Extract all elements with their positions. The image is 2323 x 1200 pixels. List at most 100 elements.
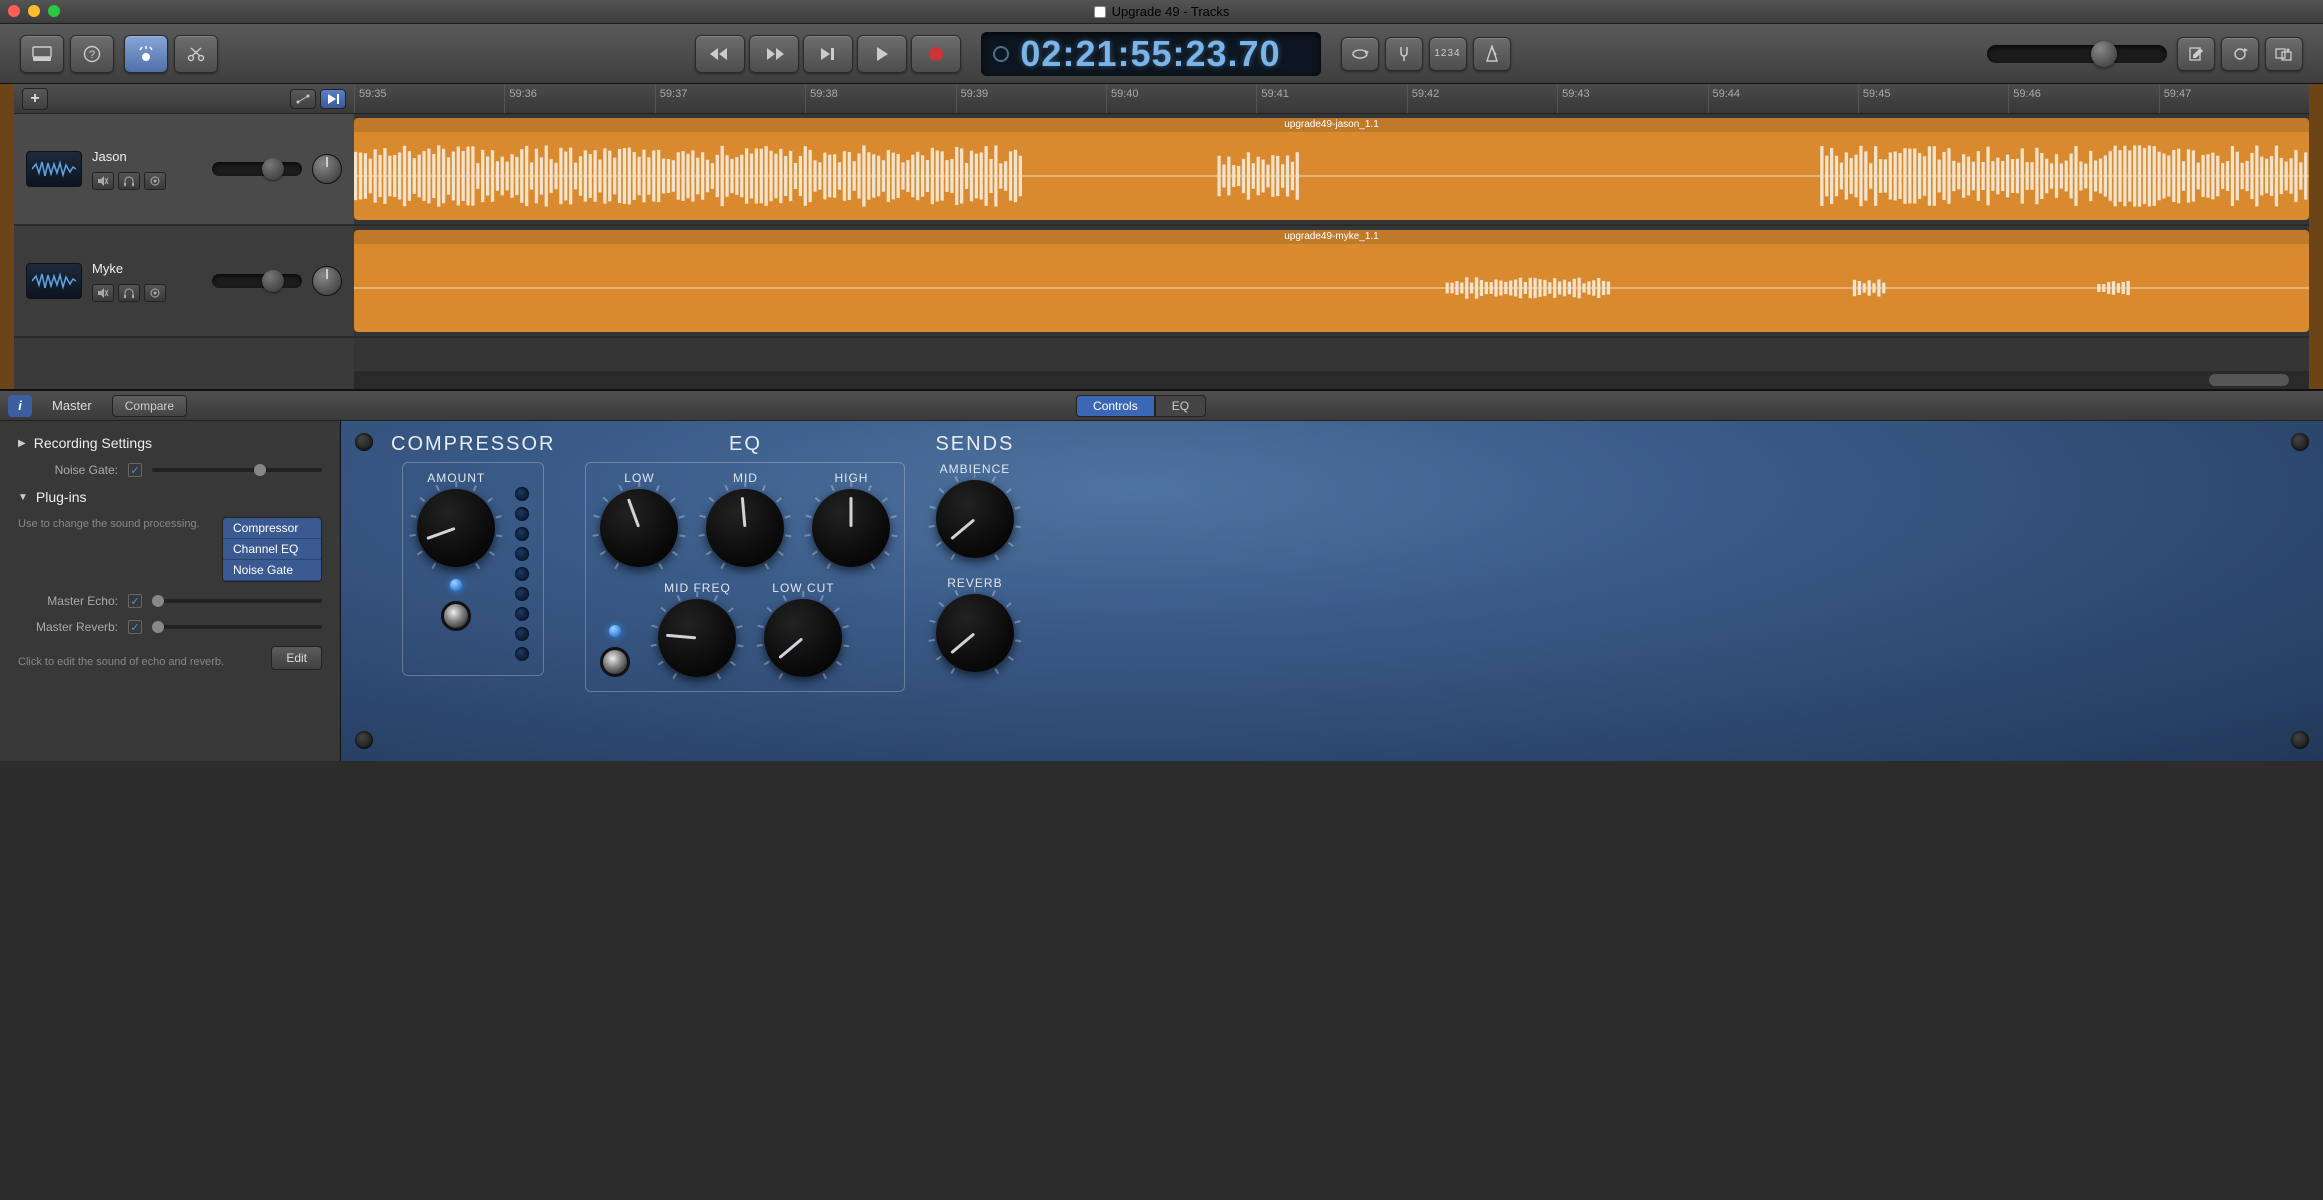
master-volume-thumb[interactable]: [2091, 41, 2117, 67]
ruler-tick[interactable]: 59:36: [504, 84, 654, 113]
master-reverb-slider-thumb[interactable]: [152, 621, 164, 633]
timeline[interactable]: 59:3559:3659:3759:3859:3959:4059:4159:42…: [354, 84, 2309, 389]
solo-headphones-button[interactable]: [118, 172, 140, 190]
loop-browser-button[interactable]: [2221, 37, 2259, 71]
master-reverb-checkbox[interactable]: ✓: [128, 620, 142, 634]
minimize-window-button[interactable]: [28, 5, 40, 17]
automation-button[interactable]: [290, 89, 316, 109]
eq-low-knob[interactable]: [600, 489, 678, 567]
eq-section: EQ LOW MID HIGH: [585, 433, 905, 749]
edit-echo-reverb-button[interactable]: Edit: [271, 646, 322, 670]
track-row[interactable]: Myke: [14, 226, 354, 338]
region-label: upgrade49-jason_1.1: [354, 118, 2309, 132]
sends-section: SENDS AMBIENCE REVERB: [935, 433, 1014, 749]
cycle-button[interactable]: [1341, 37, 1379, 71]
solo-headphones-button[interactable]: [118, 284, 140, 302]
audio-region[interactable]: upgrade49-myke_1.1: [354, 230, 2309, 332]
catch-playhead-button[interactable]: [320, 89, 346, 109]
mute-button[interactable]: [92, 172, 114, 190]
audio-region[interactable]: upgrade49-jason_1.1: [354, 118, 2309, 220]
go-to-end-button[interactable]: [803, 35, 853, 73]
plugins-label: Plug-ins: [36, 489, 87, 505]
ruler-tick[interactable]: 59:39: [956, 84, 1106, 113]
ruler-tick[interactable]: 59:47: [2159, 84, 2309, 113]
ruler-tick[interactable]: 59:42: [1407, 84, 1557, 113]
ruler-tick[interactable]: 59:35: [354, 84, 504, 113]
plugin-slot[interactable]: Noise Gate: [223, 560, 321, 581]
compressor-amount-knob[interactable]: [417, 489, 495, 567]
plugin-slot[interactable]: Channel EQ: [223, 539, 321, 560]
main-toolbar: ? 02:21:55:23.70: [0, 24, 2323, 84]
preset-name[interactable]: Master: [42, 395, 102, 416]
recording-settings-header[interactable]: ▶ Recording Settings: [18, 435, 322, 451]
timeline-scrollbar-thumb[interactable]: [2209, 374, 2289, 386]
editors-button[interactable]: [174, 35, 218, 73]
tuning-fork-icon: [1395, 45, 1413, 63]
plugin-slot[interactable]: Compressor: [223, 518, 321, 539]
add-track-button[interactable]: +: [22, 88, 48, 110]
plugins-header[interactable]: ▼ Plug-ins: [18, 489, 322, 505]
ruler-tick[interactable]: 59:38: [805, 84, 955, 113]
lcd-display[interactable]: 02:21:55:23.70: [981, 32, 1321, 76]
smart-controls-button[interactable]: [124, 35, 168, 73]
noise-gate-slider[interactable]: [152, 468, 322, 472]
ruler-tick[interactable]: 59:44: [1708, 84, 1858, 113]
ruler-tick[interactable]: 59:45: [1858, 84, 2008, 113]
track-pan-knob[interactable]: [312, 154, 342, 184]
quick-help-button[interactable]: ?: [70, 35, 114, 73]
ruler-tick[interactable]: 59:40: [1106, 84, 1256, 113]
metronome-button[interactable]: [1473, 37, 1511, 71]
master-echo-slider[interactable]: [152, 599, 322, 603]
play-button[interactable]: [857, 35, 907, 73]
eq-title: EQ: [729, 433, 762, 456]
eq-lowcut-knob[interactable]: [764, 599, 842, 677]
tuner-button[interactable]: [1385, 37, 1423, 71]
notepad-button[interactable]: [2177, 37, 2215, 71]
close-window-button[interactable]: [8, 5, 20, 17]
ruler-tick[interactable]: 59:41: [1256, 84, 1406, 113]
drawer-icon: [31, 45, 53, 63]
count-in-button[interactable]: 1234: [1429, 37, 1467, 71]
ruler-tick[interactable]: 59:43: [1557, 84, 1707, 113]
track-volume-thumb[interactable]: [262, 158, 284, 180]
eq-mid-knob[interactable]: [706, 489, 784, 567]
library-button[interactable]: [20, 35, 64, 73]
waveform-icon: [32, 158, 76, 180]
region-lane[interactable]: upgrade49-myke_1.1: [354, 226, 2309, 338]
eq-high-knob[interactable]: [812, 489, 890, 567]
controls-tab[interactable]: Controls: [1076, 395, 1155, 417]
media-browser-button[interactable]: [2265, 37, 2303, 71]
rewind-button[interactable]: [695, 35, 745, 73]
ambience-knob[interactable]: [936, 480, 1014, 558]
master-echo-slider-thumb[interactable]: [152, 595, 164, 607]
reverb-knob[interactable]: [936, 594, 1014, 672]
track-volume-slider[interactable]: [212, 274, 302, 288]
track-volume-thumb[interactable]: [262, 270, 284, 292]
eq-midfreq-knob[interactable]: [658, 599, 736, 677]
timeline-ruler[interactable]: 59:3559:3659:3759:3859:3959:4059:4159:42…: [354, 84, 2309, 114]
input-monitor-button[interactable]: [144, 172, 166, 190]
timeline-scrollbar[interactable]: [354, 371, 2309, 389]
ruler-tick[interactable]: 59:37: [655, 84, 805, 113]
track-row[interactable]: Jason: [14, 114, 354, 226]
track-icon: [26, 263, 82, 299]
inspector-toggle-button[interactable]: i: [8, 395, 32, 417]
record-button[interactable]: [911, 35, 961, 73]
region-lane[interactable]: upgrade49-jason_1.1: [354, 114, 2309, 226]
track-volume-slider[interactable]: [212, 162, 302, 176]
noise-gate-checkbox[interactable]: ✓: [128, 463, 142, 477]
master-volume-slider[interactable]: [1987, 45, 2167, 63]
track-pan-knob[interactable]: [312, 266, 342, 296]
screw-icon: [355, 433, 373, 451]
eq-tab[interactable]: EQ: [1155, 395, 1206, 417]
input-monitor-button[interactable]: [144, 284, 166, 302]
master-echo-checkbox[interactable]: ✓: [128, 594, 142, 608]
input-icon: [150, 288, 160, 298]
forward-button[interactable]: [749, 35, 799, 73]
noise-gate-slider-thumb[interactable]: [254, 464, 266, 476]
master-reverb-slider[interactable]: [152, 625, 322, 629]
ruler-tick[interactable]: 59:46: [2008, 84, 2158, 113]
mute-button[interactable]: [92, 284, 114, 302]
compare-button[interactable]: Compare: [112, 395, 187, 417]
zoom-window-button[interactable]: [48, 5, 60, 17]
